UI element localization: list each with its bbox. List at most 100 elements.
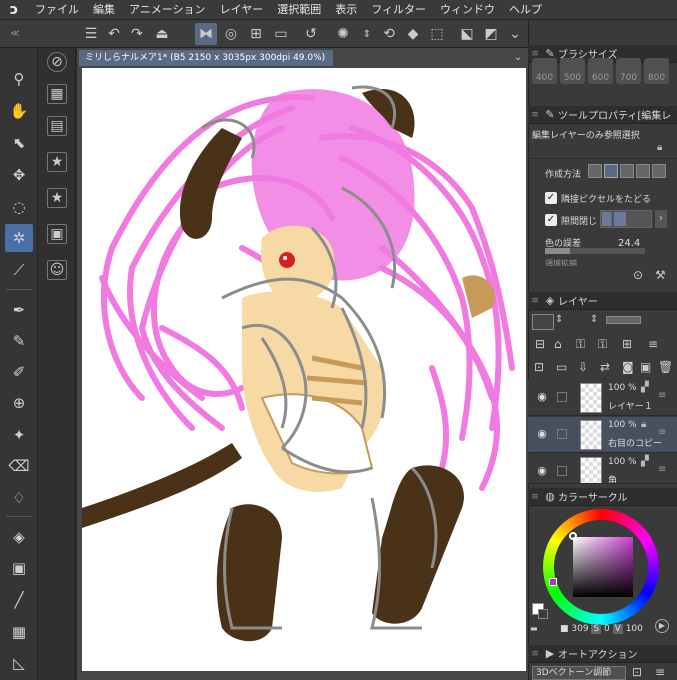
grip-icon[interactable]: ≡ <box>528 649 542 659</box>
swap-colors-icon[interactable]: ▬ <box>530 624 538 633</box>
folder-star-icon[interactable]: ★ <box>47 188 67 208</box>
menu-help[interactable]: ヘルプ <box>502 0 549 20</box>
color-wheel-header[interactable]: ≡ ◍ カラーサークル <box>528 488 677 506</box>
stepper-icon[interactable]: ⇕ <box>590 314 598 325</box>
export-icon[interactable]: ⏏ <box>151 23 173 45</box>
brush-size-preset[interactable]: 800 <box>644 58 669 84</box>
transform-icon[interactable]: ⬚ <box>426 23 448 45</box>
chevron-down-icon[interactable]: ⌄ <box>504 23 526 45</box>
star-material-icon[interactable]: ★ <box>47 152 67 172</box>
flip-horizontal-icon[interactable]: ⧓ <box>195 23 217 45</box>
drawing-canvas[interactable] <box>82 68 526 671</box>
eye-icon[interactable]: ◉ <box>534 464 550 478</box>
stepper-icon[interactable]: ⇕ <box>555 314 563 325</box>
transfer-icon[interactable]: ⇄ <box>600 360 610 374</box>
grip-icon[interactable]: ≡ <box>528 49 542 59</box>
layer-select-box[interactable] <box>557 392 567 402</box>
hand-tool-icon[interactable]: ✋ <box>5 97 33 125</box>
grip-icon[interactable]: ≡ <box>528 492 542 502</box>
revert-icon[interactable]: ↺ <box>300 23 322 45</box>
reference-icon[interactable]: ⌂ <box>554 337 562 351</box>
hamburger-menu-icon[interactable]: ☰ <box>80 23 102 45</box>
brush-tool-icon[interactable]: ✐ <box>5 358 33 386</box>
mask-icon[interactable]: ⊞ <box>622 337 632 351</box>
wrench-icon[interactable]: ⚒ <box>655 268 666 282</box>
opacity-slider[interactable] <box>606 316 641 324</box>
close-gap-checkbox[interactable]: ✓ <box>545 214 557 226</box>
menu-filter[interactable]: フィルター <box>364 0 433 20</box>
hue-handle[interactable] <box>549 578 557 586</box>
auto-action-header[interactable]: ≡ ▶ オートアクション <box>528 645 677 663</box>
tool-property-header[interactable]: ≡ ✎ ツールプロパティ[編集レ <box>528 106 677 124</box>
image-material-icon[interactable]: ▣ <box>47 224 67 244</box>
redo-icon[interactable]: ↷ <box>126 23 148 45</box>
brush-size-preset[interactable]: 400 <box>532 58 557 84</box>
layer-select-box[interactable] <box>557 466 567 476</box>
eye-icon[interactable]: ◉ <box>534 390 550 404</box>
method-subtract-button[interactable] <box>620 164 634 178</box>
method-intersect-button[interactable] <box>636 164 650 178</box>
new-folder-icon[interactable]: ▭ <box>556 360 567 374</box>
auto-action-select[interactable]: 3Dベクトーン調節 <box>532 666 626 680</box>
method-add-button[interactable] <box>604 164 618 178</box>
merge-down-icon[interactable]: ⇩ <box>578 360 588 374</box>
eyedropper-tool-icon[interactable]: ⟋ <box>5 256 33 284</box>
lock-alpha-icon[interactable]: ⚿ <box>598 337 607 352</box>
blend-tool-icon[interactable]: ♢ <box>5 484 33 512</box>
layer-menu-icon[interactable]: ≡ <box>658 464 666 475</box>
saturation-value-square[interactable] <box>573 537 633 597</box>
open-folder-icon[interactable]: ▭ <box>270 23 292 45</box>
operation-tool-icon[interactable]: ⬉ <box>5 129 33 157</box>
frame-tool-icon[interactable]: ▦ <box>5 618 33 646</box>
airbrush-tool-icon[interactable]: ✦ <box>5 421 33 449</box>
menu-view[interactable]: 表示 <box>328 0 364 20</box>
pencil-tool-icon[interactable]: ✎ <box>5 327 33 355</box>
menu-icon[interactable]: ≡ <box>648 337 658 351</box>
color-margin-slider[interactable] <box>545 248 645 254</box>
new-file-icon[interactable]: ⊞ <box>245 23 267 45</box>
magic-wand-tool-icon[interactable]: ✲ <box>5 224 33 252</box>
deselect-icon[interactable]: ⬕ <box>456 23 478 45</box>
gradient-tool-icon[interactable]: ▣ <box>5 554 33 582</box>
eye-icon[interactable]: ◉ <box>534 427 550 441</box>
layer-row[interactable]: ◉ 100 % 🔒︎ 右目のコピー ≡ <box>528 417 677 453</box>
material-grid-icon[interactable]: ▦ <box>47 84 67 104</box>
mask-apply-icon[interactable]: ▣ <box>640 360 651 374</box>
mask-create-icon[interactable]: ◙ <box>622 360 634 374</box>
lasso-tool-icon[interactable]: ◌ <box>5 193 33 221</box>
ruler-tool-icon[interactable]: ◺ <box>5 649 33 677</box>
chevron-down-icon[interactable]: ⌄ <box>510 50 526 66</box>
clip-icon[interactable]: ⊟ <box>535 337 545 351</box>
method-select-button[interactable] <box>652 164 666 178</box>
lock-icon[interactable]: 🔒︎ <box>657 142 662 153</box>
menu-file[interactable]: ファイル <box>28 0 86 20</box>
undo-icon[interactable]: ↶ <box>103 23 125 45</box>
menu-edit[interactable]: 編集 <box>86 0 122 20</box>
snap-icon[interactable]: ◎ <box>220 23 242 45</box>
eraser-tool-icon[interactable]: ⌫ <box>5 452 33 480</box>
film-icon[interactable]: ▤ <box>47 116 67 136</box>
blend-mode-select[interactable] <box>532 314 554 330</box>
rotate-icon[interactable]: ⟲ <box>378 23 400 45</box>
lock-icon[interactable]: ⚿ <box>576 337 585 352</box>
app-logo-icon[interactable]: ↄ <box>0 0 28 20</box>
brush-size-preset[interactable]: 500 <box>560 58 585 84</box>
layer-menu-icon[interactable]: ≡ <box>658 427 666 438</box>
grip-icon[interactable]: ≡ <box>528 110 542 120</box>
document-tab[interactable]: ミリしらナルメア1* (B5 2150 x 3035px 300dpi 49.0… <box>79 50 333 66</box>
zoom-tool-icon[interactable]: ⚲ <box>5 65 33 93</box>
menu-window[interactable]: ウィンドウ <box>433 0 502 20</box>
brush-size-preset[interactable]: 700 <box>616 58 641 84</box>
follow-adjacent-checkbox[interactable]: ✓ <box>545 192 557 204</box>
brightness-icon[interactable]: ✺ <box>332 23 354 45</box>
chevron-right-icon[interactable]: › <box>655 210 667 228</box>
invert-selection-icon[interactable]: ◩ <box>480 23 502 45</box>
menu-icon[interactable]: ≡ <box>655 665 665 679</box>
menu-animation[interactable]: アニメーション <box>122 0 213 20</box>
decoration-tool-icon[interactable]: ⊕ <box>5 389 33 417</box>
line-tool-icon[interactable]: ╱ <box>5 586 33 614</box>
layer-menu-icon[interactable]: ≡ <box>658 390 666 401</box>
trash-icon[interactable]: 🗑︎ <box>658 360 673 374</box>
method-new-button[interactable] <box>588 164 602 178</box>
layer-select-box[interactable] <box>557 429 567 439</box>
